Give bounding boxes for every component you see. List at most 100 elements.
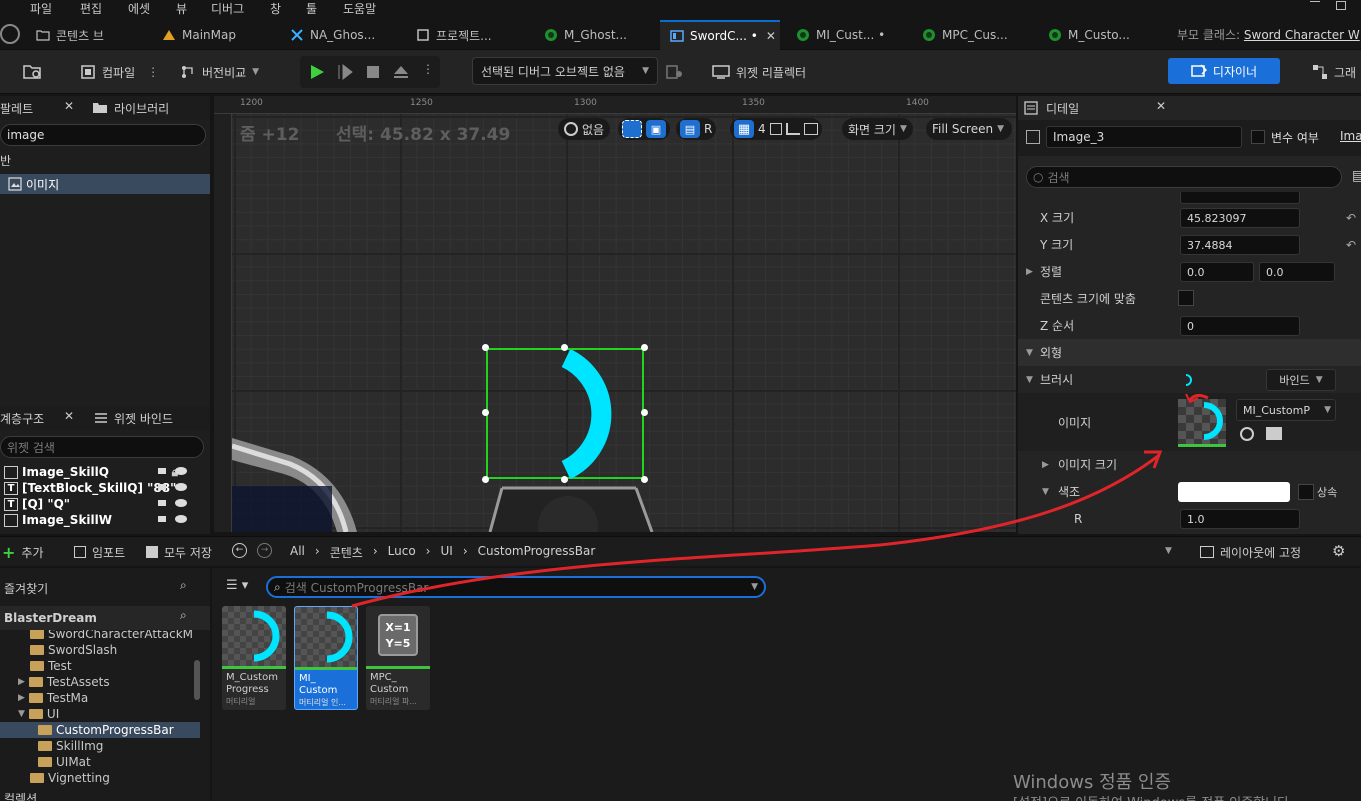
class-link[interactable]: Ima [1340,129,1361,143]
folder-item[interactable]: Test [30,658,72,674]
debug-filter-icon[interactable] [666,64,684,80]
inherit-checkbox[interactable] [1298,484,1314,500]
import-button[interactable]: 임포트 [74,541,125,563]
chevron-down-icon[interactable]: ▼ [1026,375,1033,385]
widget-name-input[interactable]: Image_3 [1046,126,1242,148]
asset-search-input[interactable]: ⌕ 검색 CustomProgressBar ▼ [266,576,766,598]
menu-view[interactable]: 뷰 [176,0,187,17]
tab-m-custom[interactable]: M_Custo... [1038,20,1162,50]
selection-outline-icon[interactable] [622,120,642,138]
forward-icon[interactable]: → [257,543,272,558]
breadcrumb-item[interactable]: Luco [388,544,416,561]
rotate-snap-icon[interactable] [769,123,782,135]
eject-icon[interactable] [392,63,410,81]
breadcrumb-item[interactable]: CustomProgressBar [478,544,596,561]
minimize-icon[interactable] [1310,1,1320,2]
breadcrumb-item[interactable]: 콘텐츠 [330,544,363,561]
graph-button[interactable]: 그래 [1312,58,1356,86]
z-order-input[interactable]: 0 [1180,316,1300,336]
tab-hierarchy[interactable]: 계층구조 [0,410,44,427]
folder-item[interactable]: UIMat [38,754,91,770]
image-asset-dropdown[interactable]: MI_CustomP ▼ [1236,399,1336,421]
selected-image-widget[interactable] [486,348,644,479]
alignment-x-input[interactable]: 0.0 [1180,262,1254,282]
close-tab-icon[interactable]: ✕ [766,29,776,43]
favorites-header[interactable]: 즐겨찾기 ⌕ [0,576,210,600]
tab-sword-character-widget[interactable]: SwordC... • ✕ [660,20,780,50]
image-asset-thumbnail[interactable] [1178,399,1226,447]
grid-size-value[interactable]: 4 [758,122,766,136]
chevron-right-icon[interactable]: ▶ [18,693,25,703]
bind-dropdown[interactable]: 바인드 ▼ [1266,369,1336,391]
menu-file[interactable]: 파일 [30,0,52,17]
scale-icon[interactable] [803,123,818,135]
lock-layout-button[interactable]: 레이아웃에 고정 [1200,541,1301,563]
folder-item[interactable]: SwordCharacterAttackM [30,630,193,642]
alignment-y-input[interactable]: 0.0 [1259,262,1335,282]
folder-item[interactable]: ▶ TestMa [18,690,88,706]
tab-mi-custom[interactable]: MI_Cust... • [786,20,910,50]
search-icon[interactable]: ⌕ [180,578,187,593]
resize-handle[interactable] [641,476,648,483]
play-icon[interactable] [308,63,326,81]
play-options-icon[interactable]: ⋮ [422,62,434,76]
resize-handle[interactable] [641,344,648,351]
chevron-right-icon[interactable]: ▶ [1026,267,1033,277]
menu-help[interactable]: 도움말 [343,0,376,17]
project-header[interactable]: BlasterDream ⌕ [0,606,210,630]
chevron-down-icon[interactable]: ▼ [18,709,25,719]
menu-asset[interactable]: 에셋 [128,0,150,17]
tab-palette[interactable]: 팔레트 [0,100,33,117]
settings-icon[interactable]: ▤ [1352,168,1361,184]
gear-icon[interactable]: ⚙ [1332,542,1345,560]
lock-icon[interactable]: ▣ [646,120,666,138]
folder-item[interactable]: SwordSlash [30,642,117,658]
menu-debug[interactable]: 디버그 [211,0,244,17]
reset-icon[interactable]: ↶ [1346,238,1356,252]
debug-object-select[interactable]: 선택된 디버그 오브젝트 없음 ▼ [472,57,658,85]
stop-icon[interactable] [364,63,382,81]
details-search-input[interactable]: ○ 검색 [1026,166,1342,188]
palette-category[interactable]: 반 [0,152,210,170]
use-selected-asset-icon[interactable] [1240,427,1254,441]
asset-tile[interactable]: X=1 Y=5 MPC_ Custom 머티리얼 파... [366,606,430,710]
folder-item[interactable]: SkillImg [38,738,103,754]
restore-icon[interactable] [1336,1,1346,10]
grid-icon[interactable]: ▦ [734,120,754,138]
resize-handle[interactable] [561,344,568,351]
parent-class-link[interactable]: Sword Character W [1244,28,1360,42]
close-icon[interactable]: ✕ [64,99,74,113]
designer-button[interactable]: 디자이너 [1168,58,1280,84]
category-appearance[interactable]: ▼ 외형 [1018,339,1361,366]
tint-color-swatch[interactable] [1178,482,1290,502]
compile-button[interactable]: 컴파일 ⋮ [80,58,159,86]
close-icon[interactable]: ✕ [64,409,74,423]
screen-size-dropdown[interactable]: 화면 크기 ▼ [842,118,913,140]
back-icon[interactable]: ← [232,543,247,558]
menu-window[interactable]: 창 [270,0,281,17]
fill-screen-dropdown[interactable]: Fill Screen ▼ [926,118,1012,140]
widget-reflector-button[interactable]: 위젯 리플렉터 [712,58,806,86]
designer-viewport[interactable]: 1200 1250 1300 1350 1400 줌 +12 선택: 45.82… [214,96,1016,532]
size-x-input[interactable]: 45.823097 [1180,208,1300,228]
tab-widget-bindings[interactable]: 위젯 바인드 [114,410,173,427]
resize-handle[interactable] [482,409,489,416]
asset-tile[interactable]: M_Custom Progress 머티리얼 [222,606,286,710]
details-tab-label[interactable]: 디테일 [1046,100,1079,117]
folder-item[interactable]: ▼ UI [18,706,59,722]
resize-handle[interactable] [641,409,648,416]
r-toggle-label[interactable]: R [704,122,712,136]
more-options-icon[interactable]: ⋮ [147,65,159,79]
resize-handle[interactable] [561,476,568,483]
layout-icon[interactable]: ▤ [680,120,700,138]
localization-preview-toggle[interactable]: 없음 [558,118,611,140]
save-all-button[interactable]: 모두 저장 [146,541,212,563]
resize-handle[interactable] [482,344,489,351]
step-icon[interactable] [336,63,354,81]
resize-handle[interactable] [482,476,489,483]
folder-item-selected[interactable]: CustomProgressBar [0,722,200,738]
search-icon[interactable]: ⌕ [180,608,187,623]
tint-r-input[interactable]: 1.0 [1180,509,1300,529]
tab-project-settings[interactable]: 프로젝트... [406,20,530,50]
palette-item-image[interactable]: 이미지 [0,174,210,194]
